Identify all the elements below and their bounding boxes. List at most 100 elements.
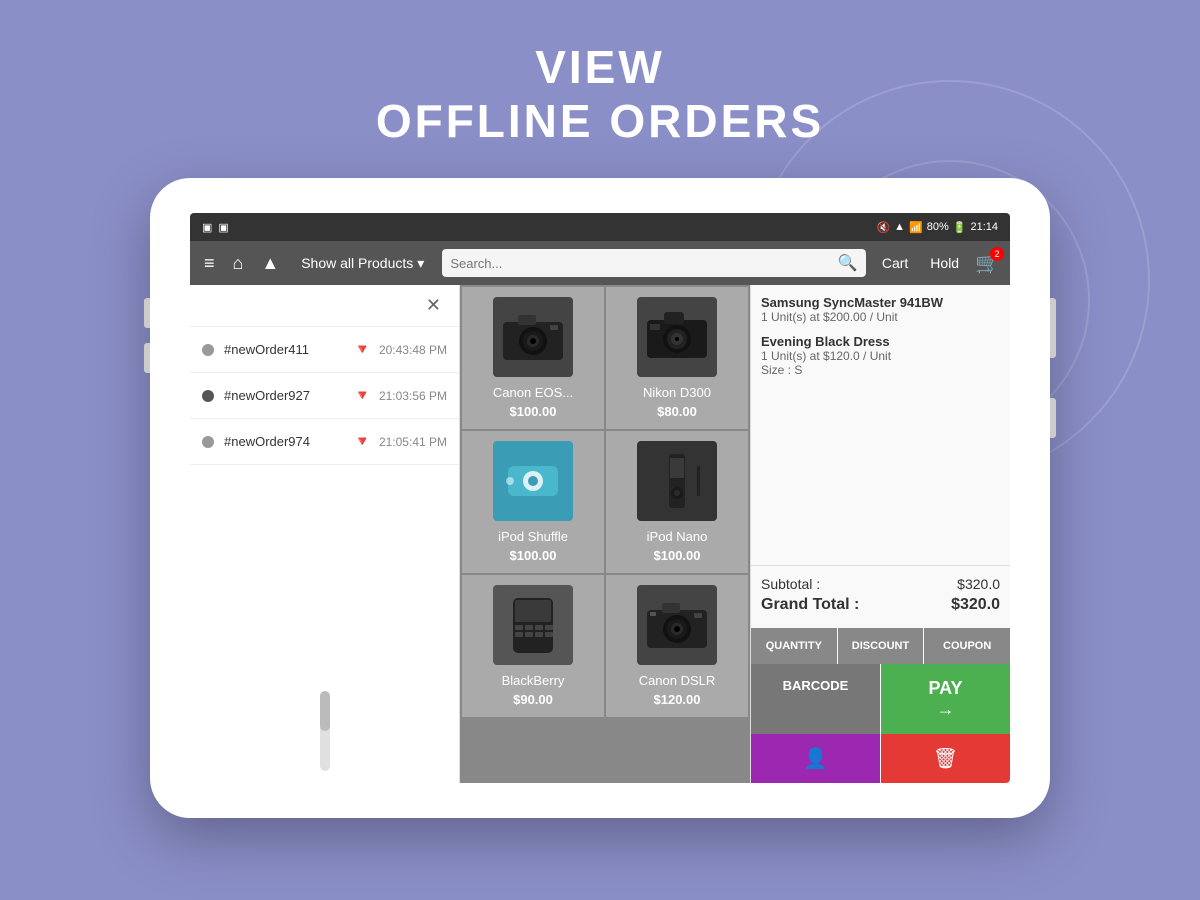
- show-products-button[interactable]: Show all Products ▾: [293, 251, 432, 276]
- product-image-blackberry: [493, 585, 573, 665]
- order-dot-3: [202, 436, 214, 448]
- grand-total-row: Grand Total : $320.0: [761, 596, 1000, 614]
- product-name-canon-dslr2: Canon DSLR: [639, 673, 716, 688]
- wifi-status-icon: ▲: [894, 221, 905, 233]
- tablet-frame: ▣ ▣ 🔇 ▲ 📶 80% 🔋 21:14 ≡ ⌂ ▲ Show all Pro…: [150, 178, 1050, 818]
- barcode-button[interactable]: BARCODE: [751, 664, 880, 734]
- home-icon[interactable]: ⌂: [229, 249, 248, 278]
- pay-button[interactable]: PAY →: [881, 664, 1010, 734]
- cart-item-dress: Evening Black Dress 1 Unit(s) at $120.0 …: [761, 334, 1000, 377]
- order-dot-1: [202, 344, 214, 356]
- wifi-toolbar-icon: ▲: [257, 249, 283, 278]
- subtotal-row: Subtotal : $320.0: [761, 576, 1000, 592]
- product-name-ipod-shuffle: iPod Shuffle: [498, 529, 568, 544]
- volume-up-button[interactable]: [144, 298, 150, 328]
- cart-totals: Subtotal : $320.0 Grand Total : $320.0: [751, 565, 1010, 628]
- cart-item-name-samsung: Samsung SyncMaster 941BW: [761, 295, 1000, 310]
- cart-label: Cart: [876, 255, 914, 271]
- app-icon-2: ▣: [218, 221, 228, 234]
- product-price-nikon: $80.00: [657, 404, 697, 419]
- order-id-1: #newOrder411: [224, 342, 346, 357]
- products-grid: Canon EOS... $100.00: [460, 285, 750, 783]
- action-buttons: QUANTITY DISCOUNT COUPON: [751, 628, 1010, 664]
- offline-icon-3: 🔻: [354, 433, 371, 450]
- status-bar-left: ▣ ▣: [202, 221, 229, 234]
- customer-icon: 👤: [803, 748, 828, 770]
- product-card-blackberry[interactable]: BlackBerry $90.00: [462, 575, 604, 717]
- mute-icon: 🔇: [876, 221, 890, 234]
- app-icon-1: ▣: [202, 221, 212, 234]
- order-dot-2: [202, 390, 214, 402]
- grand-total-label: Grand Total :: [761, 596, 859, 614]
- cart-item-name-dress: Evening Black Dress: [761, 334, 1000, 349]
- hold-label: Hold: [924, 255, 965, 271]
- search-bar[interactable]: 🔍: [442, 249, 866, 277]
- subtotal-label: Subtotal :: [761, 576, 820, 592]
- scrollbar-track[interactable]: [320, 691, 330, 771]
- show-products-label: Show all Products: [301, 255, 413, 271]
- cart-button[interactable]: 🛒 2: [975, 251, 1000, 276]
- pay-label: PAY: [928, 678, 962, 699]
- order-time-3: 21:05:41 PM: [379, 435, 447, 449]
- quantity-button[interactable]: QUANTITY: [751, 628, 837, 664]
- product-image-canon-eos: [493, 297, 573, 377]
- product-price-ipod-shuffle: $100.00: [510, 548, 557, 563]
- product-image-canon-dslr2: [637, 585, 717, 665]
- subtotal-value: $320.0: [957, 576, 1000, 592]
- order-time-2: 21:03:56 PM: [379, 389, 447, 403]
- product-image-ipod-nano: [637, 441, 717, 521]
- volume-down-button[interactable]: [144, 343, 150, 373]
- coupon-button[interactable]: COUPON: [924, 628, 1010, 664]
- product-image-ipod-shuffle: [493, 441, 573, 521]
- cart-item-detail-samsung: 1 Unit(s) at $200.00 / Unit: [761, 310, 1000, 324]
- order-item-2[interactable]: #newOrder927 🔻 21:03:56 PM: [190, 373, 459, 419]
- main-content: ✕ #newOrder411 🔻 20:43:48 PM #newOrder92…: [190, 285, 1010, 783]
- close-orders-panel-button[interactable]: ✕: [420, 293, 447, 318]
- orders-panel-header: ✕: [190, 285, 459, 327]
- offline-icon-2: 🔻: [354, 387, 371, 404]
- cart-item-samsung: Samsung SyncMaster 941BW 1 Unit(s) at $2…: [761, 295, 1000, 324]
- product-card-nikon-d300[interactable]: Nikon D300 $80.00: [606, 287, 748, 429]
- product-card-canon-dslr2[interactable]: Canon DSLR $120.00: [606, 575, 748, 717]
- cart-items-list: Samsung SyncMaster 941BW 1 Unit(s) at $2…: [751, 285, 1010, 565]
- scrollbar-thumb[interactable]: [320, 691, 330, 731]
- offline-icon-1: 🔻: [354, 341, 371, 358]
- trash-icon: 🗑: [933, 748, 958, 770]
- order-item-1[interactable]: #newOrder411 🔻 20:43:48 PM: [190, 327, 459, 373]
- order-time-1: 20:43:48 PM: [379, 343, 447, 357]
- status-bar: ▣ ▣ 🔇 ▲ 📶 80% 🔋 21:14: [190, 213, 1010, 241]
- battery-percent: 80%: [927, 221, 949, 233]
- product-name-canon-eos: Canon EOS...: [493, 385, 573, 400]
- pay-arrow-icon: →: [937, 699, 955, 720]
- order-id-3: #newOrder974: [224, 434, 346, 449]
- menu-icon[interactable]: ≡: [200, 249, 219, 278]
- cart-item-size-dress: Size : S: [761, 363, 1000, 377]
- clock: 21:14: [970, 221, 998, 233]
- product-card-ipod-nano[interactable]: iPod Nano $100.00: [606, 431, 748, 573]
- product-price-canon-dslr2: $120.00: [654, 692, 701, 707]
- cart-item-detail-dress: 1 Unit(s) at $120.0 / Unit: [761, 349, 1000, 363]
- discount-button[interactable]: DISCOUNT: [838, 628, 924, 664]
- product-price-blackberry: $90.00: [513, 692, 553, 707]
- status-bar-right: 🔇 ▲ 📶 80% 🔋 21:14: [876, 221, 998, 234]
- toolbar: ≡ ⌂ ▲ Show all Products ▾ 🔍 Cart Hold 🛒 …: [190, 241, 1010, 285]
- cart-badge: 2: [990, 247, 1004, 261]
- order-item-3[interactable]: #newOrder974 🔻 21:05:41 PM: [190, 419, 459, 465]
- order-id-2: #newOrder927: [224, 388, 346, 403]
- product-card-ipod-shuffle[interactable]: iPod Shuffle $100.00: [462, 431, 604, 573]
- delete-button[interactable]: 🗑: [881, 734, 1010, 783]
- extra-actions: 👤 🗑: [751, 734, 1010, 783]
- home-button[interactable]: [1050, 398, 1056, 438]
- bottom-actions: BARCODE PAY →: [751, 664, 1010, 734]
- product-price-ipod-nano: $100.00: [654, 548, 701, 563]
- customer-button[interactable]: 👤: [751, 734, 880, 783]
- page-title: VIEW OFFLINE ORDERS: [376, 40, 824, 148]
- search-input[interactable]: [450, 256, 832, 271]
- power-button[interactable]: [1050, 298, 1056, 358]
- dropdown-chevron-icon: ▾: [417, 255, 424, 272]
- cart-panel: Samsung SyncMaster 941BW 1 Unit(s) at $2…: [750, 285, 1010, 783]
- screen: ▣ ▣ 🔇 ▲ 📶 80% 🔋 21:14 ≡ ⌂ ▲ Show all Pro…: [190, 213, 1010, 783]
- product-name-nikon: Nikon D300: [643, 385, 711, 400]
- product-name-blackberry: BlackBerry: [502, 673, 565, 688]
- product-card-canon-eos[interactable]: Canon EOS... $100.00: [462, 287, 604, 429]
